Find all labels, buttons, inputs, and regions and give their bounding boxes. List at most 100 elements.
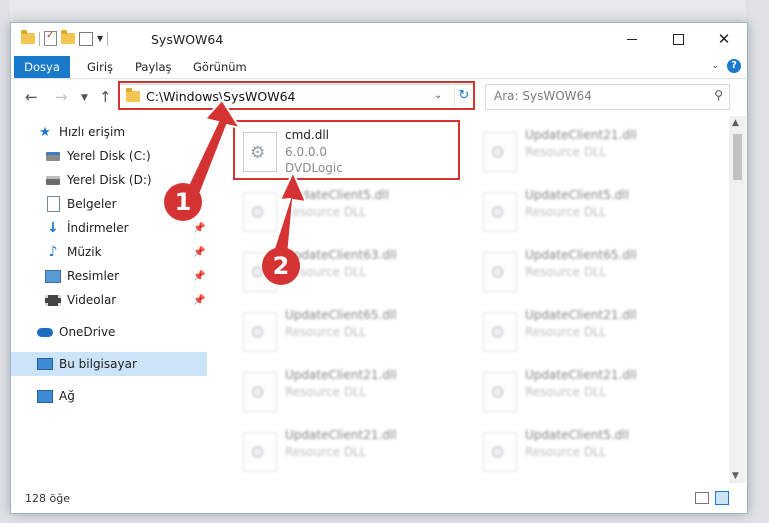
file-item-cmd-dll[interactable]: cmd.dll 6.0.0.0 DVDLogic — [235, 124, 465, 180]
cloud-icon — [37, 324, 53, 340]
close-button[interactable]: ✕ — [701, 23, 747, 55]
videos-icon — [45, 292, 61, 308]
title-bar: ▼ SysWOW64 ✕ — [11, 23, 747, 55]
view-menu-icon[interactable] — [79, 31, 93, 46]
file-name: UpdateClient63.dll — [285, 248, 397, 262]
computer-icon — [37, 356, 53, 372]
back-arrow-icon[interactable]: ← — [25, 88, 38, 106]
file-item[interactable]: UpdateClient65.dll Resource DLL — [475, 244, 705, 300]
search-input[interactable]: Ara: SysWOW64 ⚲ — [485, 84, 730, 110]
pin-icon[interactable]: 📌 — [193, 247, 205, 258]
file-company: DVDLogic — [285, 161, 343, 175]
up-arrow-icon[interactable]: ↑ — [99, 88, 112, 106]
nav-item-this-pc[interactable]: Bu bilgisayar — [11, 352, 207, 376]
address-history-chevron-icon[interactable]: ⌄ — [434, 90, 442, 101]
expand-ribbon-chevron-icon[interactable]: ⌄ — [711, 61, 719, 71]
pin-icon[interactable]: 📌 — [193, 295, 205, 306]
file-description: Resource DLL — [525, 445, 607, 459]
file-item[interactable]: UpdateClient5.dll Resource DLL — [475, 184, 705, 240]
file-name: UpdateClient65.dll — [285, 308, 397, 322]
nav-item-downloads[interactable]: ↓ İndirmeler 📌 — [11, 216, 207, 240]
nav-item-label: Videolar — [67, 293, 117, 307]
tab-share[interactable]: Paylaş — [135, 56, 172, 78]
scroll-down-icon[interactable]: ▼ — [732, 471, 739, 481]
file-item[interactable]: UpdateClient63.dll Resource DLL — [235, 244, 465, 300]
address-path[interactable]: C:\Windows\SysWOW64 — [146, 89, 295, 104]
new-folder-icon[interactable] — [61, 30, 75, 44]
minimize-icon — [627, 38, 637, 40]
search-icon[interactable]: ⚲ — [714, 88, 723, 102]
file-description: Resource DLL — [525, 205, 607, 219]
file-description: Resource DLL — [525, 385, 607, 399]
ribbon-controls: ⌄ ? — [711, 59, 741, 73]
nav-item-pictures[interactable]: Resimler 📌 — [11, 264, 207, 288]
nav-item-label: Yerel Disk (C:) — [67, 149, 151, 163]
explorer-window: ▼ SysWOW64 ✕ Dosya Giriş Paylaş Görünüm … — [10, 22, 748, 514]
navigation-pane: ★ Hızlı erişim Yerel Disk (C:) Yerel Dis… — [11, 116, 207, 483]
file-item[interactable]: UpdateClient21.dll Resource DLL — [235, 364, 465, 420]
forward-arrow-icon[interactable]: → — [55, 88, 68, 106]
file-item[interactable]: UpdateClient21.dll Resource DLL — [235, 424, 465, 480]
file-name: UpdateClient5.dll — [285, 188, 389, 202]
close-icon: ✕ — [717, 30, 731, 48]
item-count: 128 öğe — [25, 492, 70, 505]
file-item[interactable]: UpdateClient21.dll Resource DLL — [475, 124, 705, 180]
file-list: cmd.dll 6.0.0.0 DVDLogic UpdateClient21.… — [221, 116, 721, 483]
toolbar-divider — [107, 31, 109, 46]
window-title: SysWOW64 — [151, 32, 224, 47]
nav-item-label: OneDrive — [59, 325, 116, 339]
file-item[interactable]: UpdateClient21.dll Resource DLL — [475, 364, 705, 420]
address-row: ← → ▼ ↑ C:\Windows\SysWOW64 ⌄ ↻ Ara: Sys… — [11, 79, 747, 115]
maximize-icon — [672, 33, 684, 45]
minimize-button[interactable] — [609, 23, 655, 55]
desktop-background-right — [746, 0, 769, 523]
nav-item-videos[interactable]: Videolar 📌 — [11, 288, 207, 312]
dll-file-icon — [243, 432, 277, 472]
network-icon — [37, 388, 53, 404]
address-bar[interactable]: C:\Windows\SysWOW64 ⌄ ↻ — [119, 84, 474, 110]
documents-icon — [45, 196, 61, 212]
file-item[interactable]: UpdateClient5.dll Resource DLL — [235, 184, 465, 240]
nav-item-label: İndirmeler — [67, 221, 129, 235]
nav-item-local-disk-c[interactable]: Yerel Disk (C:) — [11, 144, 207, 168]
dll-file-icon — [243, 372, 277, 412]
star-icon: ★ — [39, 124, 51, 140]
file-description: Resource DLL — [285, 265, 367, 279]
drive-icon — [45, 172, 61, 188]
pin-icon[interactable]: 📌 — [193, 271, 205, 282]
nav-item-music[interactable]: ♪ Müzik 📌 — [11, 240, 207, 264]
nav-item-local-disk-d[interactable]: Yerel Disk (D:) — [11, 168, 207, 192]
dll-file-icon — [243, 132, 277, 172]
dll-file-icon — [483, 432, 517, 472]
tab-file[interactable]: Dosya — [14, 56, 70, 78]
file-name: UpdateClient21.dll — [525, 368, 637, 382]
pin-icon[interactable]: 📌 — [193, 223, 205, 234]
file-item[interactable]: UpdateClient21.dll Resource DLL — [475, 304, 705, 360]
file-description: Resource DLL — [285, 385, 367, 399]
large-icons-view-icon[interactable] — [715, 491, 729, 505]
vertical-scrollbar[interactable]: ▲ ▼ — [729, 116, 746, 483]
nav-item-network[interactable]: Ağ — [11, 384, 207, 408]
maximize-button[interactable] — [655, 23, 701, 55]
tab-home[interactable]: Giriş — [87, 56, 113, 78]
nav-item-label: Yerel Disk (D:) — [67, 173, 152, 187]
scroll-up-icon[interactable]: ▲ — [732, 118, 739, 128]
nav-item-documents[interactable]: Belgeler — [11, 192, 207, 216]
details-view-icon[interactable] — [695, 492, 709, 504]
file-item[interactable]: UpdateClient65.dll Resource DLL — [235, 304, 465, 360]
help-icon[interactable]: ? — [727, 59, 741, 73]
properties-icon[interactable] — [44, 30, 57, 46]
file-name: UpdateClient21.dll — [525, 308, 637, 322]
customize-toolbar-chevron-icon[interactable]: ▼ — [97, 34, 103, 43]
file-name: UpdateClient21.dll — [285, 428, 397, 442]
folder-icon — [126, 88, 140, 102]
refresh-icon[interactable]: ↻ — [454, 86, 473, 106]
folder-icon — [21, 30, 35, 44]
recent-locations-chevron-icon[interactable]: ▼ — [81, 93, 88, 103]
scroll-thumb[interactable] — [733, 134, 742, 180]
pictures-icon — [45, 268, 61, 284]
nav-item-quick-access[interactable]: ★ Hızlı erişim — [11, 120, 207, 144]
nav-item-onedrive[interactable]: OneDrive — [11, 320, 207, 344]
tab-view[interactable]: Görünüm — [193, 56, 247, 78]
file-item[interactable]: UpdateClient5.dll Resource DLL — [475, 424, 705, 480]
